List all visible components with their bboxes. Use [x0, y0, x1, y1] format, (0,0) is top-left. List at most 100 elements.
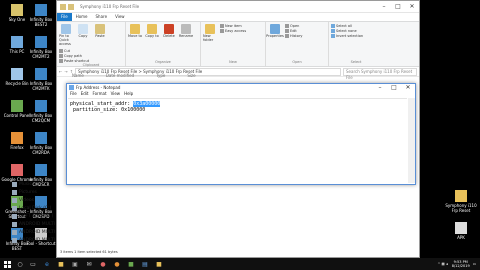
paste-button[interactable]: Paste	[93, 24, 107, 46]
network-icon[interactable]: ▦	[442, 262, 445, 266]
clock-date: 8/12/2019	[451, 264, 470, 268]
menu-edit[interactable]: Edit	[81, 91, 89, 97]
group-label-open: Open	[292, 60, 302, 64]
search-icon[interactable]: ○	[14, 259, 26, 269]
desktop-icon[interactable]: Infinity Box CM2MTK	[24, 68, 58, 91]
tab-view[interactable]: View	[111, 13, 129, 21]
quick-access-toolbar	[57, 3, 74, 10]
select-none-button[interactable]: Select none	[331, 29, 381, 33]
tab-file[interactable]: File	[57, 13, 72, 21]
mail-icon[interactable]: ✉	[82, 259, 96, 269]
clock[interactable]: 9:53 PM 8/12/2019	[452, 260, 470, 268]
disk-icon	[12, 205, 17, 211]
nav-item[interactable]: ANDROID MULTI	[12, 228, 72, 236]
move-to-button[interactable]: Move to	[128, 24, 142, 38]
new-folder-icon	[205, 24, 215, 34]
column-header-name[interactable]: Name	[72, 73, 84, 78]
task-view-icon[interactable]: ▭	[26, 259, 40, 269]
nav-item[interactable]: Music	[12, 180, 72, 188]
infinity-box-icon	[35, 4, 47, 16]
nav-item[interactable]: SOFT & MULTI (	[12, 212, 72, 220]
copy-path-button[interactable]: Copy path	[59, 54, 89, 58]
maximize-button[interactable]: □	[391, 3, 405, 10]
desktop-icon-label: APK	[457, 235, 465, 240]
pin-quick-access-button[interactable]: Pin to Quick access	[59, 24, 73, 46]
firefox-taskbar-icon[interactable]: ●	[110, 259, 124, 269]
menu-file[interactable]: File	[70, 91, 77, 97]
paste-icon	[95, 24, 105, 34]
desktop-icon[interactable]: Infinity Box CM2RDA	[24, 132, 58, 155]
group-label-clipboard: Clipboard	[82, 63, 100, 67]
tab-home[interactable]: Home	[72, 13, 92, 21]
desktop-icon[interactable]: Infinity Box BEST2	[24, 4, 58, 27]
store-icon[interactable]: ▣	[68, 259, 82, 269]
column-header-type[interactable]: Type	[156, 73, 165, 78]
notepad-text-area[interactable]: physical_start_addr: 0x3a00000 partition…	[68, 98, 407, 183]
desktop-icon[interactable]: Symphony i110 Frp Reset	[444, 190, 478, 213]
back-arrow-icon[interactable]: ←	[59, 69, 62, 74]
desktop-icon[interactable]: APK	[444, 222, 478, 240]
edit-button[interactable]: Edit	[285, 29, 302, 33]
cut-button[interactable]: Cut	[59, 49, 89, 53]
menu-help[interactable]: Help	[124, 91, 133, 97]
easy-access-button[interactable]: Easy access	[220, 29, 246, 33]
chrome-taskbar-icon[interactable]: ●	[96, 259, 110, 269]
edge-icon[interactable]: e	[40, 259, 54, 269]
group-label-new: New	[229, 60, 237, 64]
history-button[interactable]: History	[285, 34, 302, 38]
properties-button[interactable]: Properties	[266, 24, 284, 38]
notepad-close-button[interactable]: ✕	[401, 84, 415, 91]
recycle-bin-icon	[11, 68, 23, 80]
column-header-date[interactable]: Date modified	[106, 73, 134, 78]
file-explorer-taskbar-icon[interactable]: ■	[54, 259, 68, 269]
group-label-organize: Organize	[155, 60, 171, 64]
open-button[interactable]: Open	[285, 24, 302, 28]
menu-format[interactable]: Format	[92, 91, 106, 97]
app-taskbar-icon[interactable]: ■	[124, 259, 138, 269]
chevron-up-icon[interactable]: ^	[437, 262, 440, 266]
invert-selection-button[interactable]: Invert selection	[331, 34, 381, 38]
minimize-button[interactable]: –	[377, 3, 391, 10]
notepad-maximize-button[interactable]: □	[387, 84, 401, 91]
desktop-icon-label: Infinity Box BEST2	[29, 17, 53, 27]
copy-to-button[interactable]: Copy to	[145, 24, 159, 38]
new-item-button[interactable]: New item	[220, 24, 246, 28]
volume-icon[interactable]: ◂	[446, 262, 448, 266]
ribbon-group-new: New folder New item Easy access New	[201, 22, 266, 66]
ribbon-group-organize: Move to Copy to Delete Rename Organize	[126, 22, 201, 66]
infinity-box-icon	[35, 132, 47, 144]
notifications-icon[interactable]: ▭	[473, 262, 476, 266]
notepad-scrollbar[interactable]	[408, 98, 415, 183]
close-button[interactable]: ✕	[405, 3, 419, 10]
tab-share[interactable]: Share	[92, 13, 112, 21]
nav-item[interactable]: ANDROID MULTI	[12, 236, 72, 244]
desktop-icon[interactable]: Infinity Box CM2MT2	[24, 36, 58, 59]
search-input[interactable]: Search Symphony i110 Frp Reset File	[343, 67, 417, 80]
nav-item[interactable]: ANDROID MULTI	[12, 220, 72, 228]
nav-item[interactable]: Pictures	[12, 188, 72, 196]
new-folder-button[interactable]: New folder	[203, 24, 217, 42]
delete-button[interactable]: Delete	[162, 24, 176, 38]
rename-button[interactable]: Rename	[179, 24, 193, 38]
desktop-icon-label: Infinity Box CM2MTK	[29, 81, 53, 91]
select-all-button[interactable]: Select all	[331, 24, 381, 28]
nav-item[interactable]: Local Disk (C:)	[12, 204, 72, 212]
notepad-minimize-button[interactable]: –	[373, 84, 387, 91]
open-icon	[285, 24, 289, 28]
infinity-box-icon	[35, 36, 47, 48]
explorer-taskbar-icon-2[interactable]: ■	[152, 259, 166, 269]
desktop-icon-label: Infinity Box CM2RDA	[29, 145, 53, 155]
forward-arrow-icon[interactable]: →	[64, 69, 67, 74]
nav-item[interactable]: Videos	[12, 196, 72, 204]
menu-view[interactable]: View	[111, 91, 121, 97]
start-button[interactable]	[0, 259, 14, 269]
folder-icon[interactable]	[60, 3, 66, 10]
notepad-taskbar-icon[interactable]: ▤	[138, 259, 152, 269]
select-none-icon	[331, 29, 335, 33]
desktop-icon[interactable]: Infinity Box CM2QCM	[24, 100, 58, 123]
invert-selection-icon	[331, 34, 335, 38]
window-title: Symphony i110 Frp Reset File	[80, 4, 140, 9]
column-header-size[interactable]: Size	[187, 73, 195, 78]
select-all-icon	[331, 24, 335, 28]
copy-button[interactable]: Copy	[76, 24, 90, 46]
